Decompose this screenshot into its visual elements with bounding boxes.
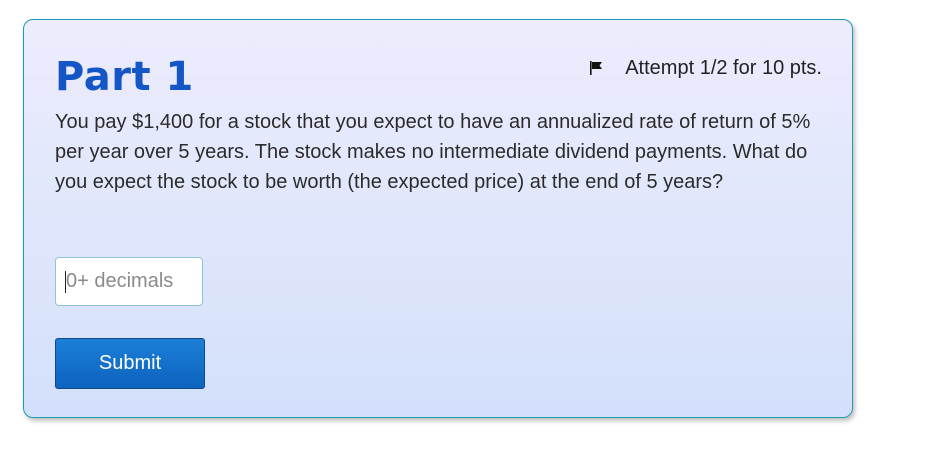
submit-button[interactable]: Submit <box>55 338 205 389</box>
question-text: You pay $1,400 for a stock that you expe… <box>55 111 811 193</box>
text-cursor <box>65 271 66 293</box>
part-title: Part 1 <box>55 54 194 100</box>
answer-input[interactable] <box>55 257 203 306</box>
question-card: Part 1 Attempt 1/2 for 10 pts. You pay $… <box>23 19 853 418</box>
attempt-info: Attempt 1/2 for 10 pts. <box>589 56 822 80</box>
flag-icon[interactable] <box>589 58 605 75</box>
attempt-label: Attempt 1/2 for 10 pts. <box>625 57 822 79</box>
